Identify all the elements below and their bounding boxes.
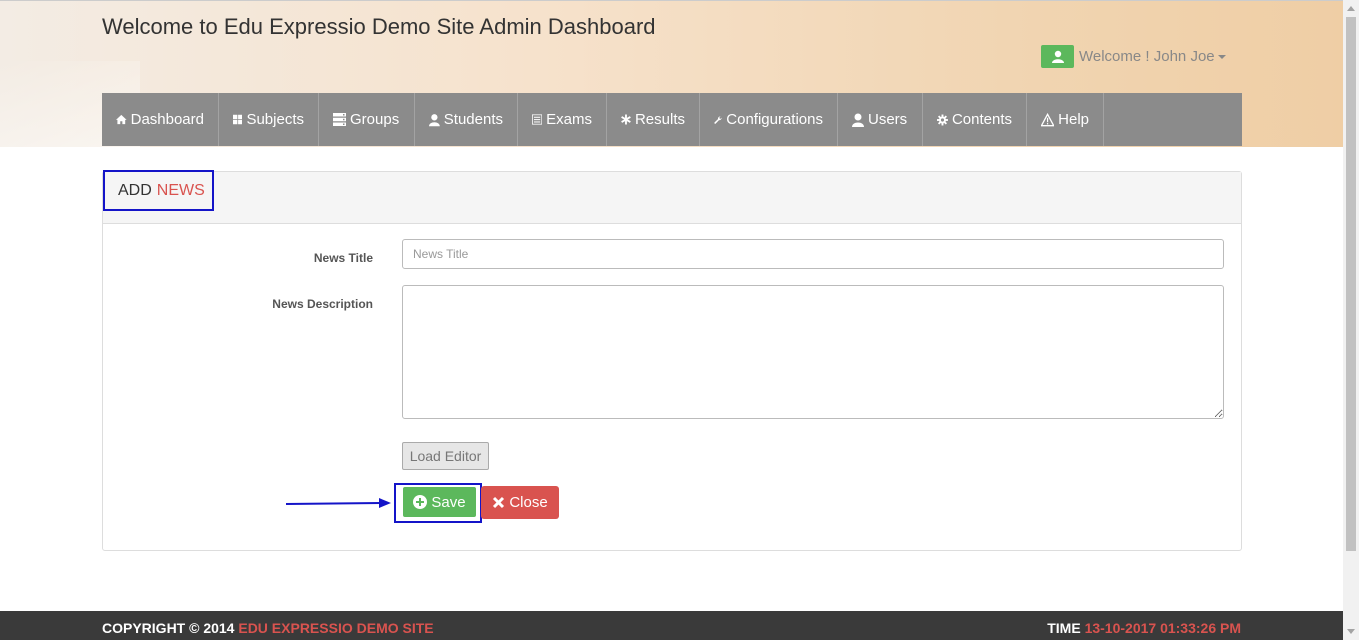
nav-item-dashboard[interactable]: Dashboard xyxy=(102,93,219,146)
panel-heading: ADD NEWS xyxy=(103,170,1241,224)
list-icon xyxy=(532,114,543,125)
news-description-label: News Description xyxy=(272,297,373,311)
nav-item-students[interactable]: Students xyxy=(415,93,518,146)
nav-item-contents[interactable]: Contents xyxy=(923,93,1027,146)
asterisk-icon xyxy=(621,114,631,125)
nav-item-results[interactable]: Results xyxy=(607,93,700,146)
copyright-text: COPYRIGHT © 2014 xyxy=(102,620,235,636)
nav-item-groups[interactable]: Groups xyxy=(319,93,415,146)
close-label: Close xyxy=(509,494,548,511)
nav-label: Exams xyxy=(546,111,592,128)
nav-item-help[interactable]: Help xyxy=(1027,93,1104,146)
nav-item-users[interactable]: Users xyxy=(838,93,923,146)
grid-icon xyxy=(233,114,243,125)
nav-label: Results xyxy=(634,111,685,128)
news-title-label: News Title xyxy=(313,251,373,265)
server-icon xyxy=(333,113,346,126)
panel-title: ADD NEWS xyxy=(103,170,214,211)
nav-item-configurations[interactable]: Configurations xyxy=(700,93,838,146)
nav-item-exams[interactable]: Exams xyxy=(518,93,607,146)
news-description-textarea[interactable] xyxy=(402,285,1224,419)
footer-time: TIME 13-10-2017 01:33:26 PM xyxy=(1047,620,1241,636)
scrollbar-thumb[interactable] xyxy=(1346,17,1356,551)
cog-icon xyxy=(937,114,948,125)
nav-item-subjects[interactable]: Subjects xyxy=(219,93,319,146)
wrench-icon xyxy=(714,115,722,124)
user-icon xyxy=(1041,45,1074,68)
annotation-arrow xyxy=(285,498,391,508)
scroll-down-icon[interactable] xyxy=(1343,623,1359,640)
nav-label: Dashboard xyxy=(130,111,204,128)
user-icon xyxy=(852,113,864,127)
main-nav: Dashboard Subjects Groups Students Exams… xyxy=(102,93,1242,146)
panel-title-prefix: ADD xyxy=(118,181,152,199)
panel-title-highlight: NEWS xyxy=(156,181,205,199)
close-button[interactable]: Close xyxy=(481,486,559,519)
nav-label: Contents xyxy=(951,111,1012,128)
scroll-up-icon[interactable] xyxy=(1343,0,1359,17)
time-value: 13-10-2017 01:33:26 PM xyxy=(1084,620,1241,636)
nav-label: Help xyxy=(1058,111,1089,128)
save-label: Save xyxy=(431,493,466,511)
nav-label: Subjects xyxy=(246,111,304,128)
footer-copyright: COPYRIGHT © 2014 EDU EXPRESSIO DEMO SITE xyxy=(102,620,434,636)
add-news-panel: ADD NEWS News Title News Description Loa… xyxy=(102,170,1242,551)
user-icon xyxy=(429,113,440,126)
warning-icon xyxy=(1041,112,1055,126)
home-icon xyxy=(116,114,127,125)
site-name-link[interactable]: EDU EXPRESSIO DEMO SITE xyxy=(238,620,433,636)
user-greeting: Welcome ! John Joe xyxy=(1079,48,1215,65)
caret-down-icon xyxy=(1217,54,1226,59)
load-editor-button[interactable]: Load Editor xyxy=(402,442,489,470)
nav-label: Users xyxy=(868,111,908,128)
footer: COPYRIGHT © 2014 EDU EXPRESSIO DEMO SITE… xyxy=(0,611,1343,640)
save-button[interactable]: Save xyxy=(403,487,476,517)
time-label: TIME xyxy=(1047,620,1081,636)
page-title: Welcome to Edu Expressio Demo Site Admin… xyxy=(102,14,656,39)
news-title-input[interactable] xyxy=(402,239,1224,269)
plus-circle-icon xyxy=(413,495,428,509)
vertical-scrollbar[interactable] xyxy=(1343,0,1359,640)
user-menu[interactable]: Welcome ! John Joe xyxy=(1041,45,1226,68)
nav-label: Students xyxy=(443,111,503,128)
close-icon xyxy=(493,496,505,509)
nav-label: Configurations xyxy=(726,111,823,128)
nav-label: Groups xyxy=(350,111,400,128)
